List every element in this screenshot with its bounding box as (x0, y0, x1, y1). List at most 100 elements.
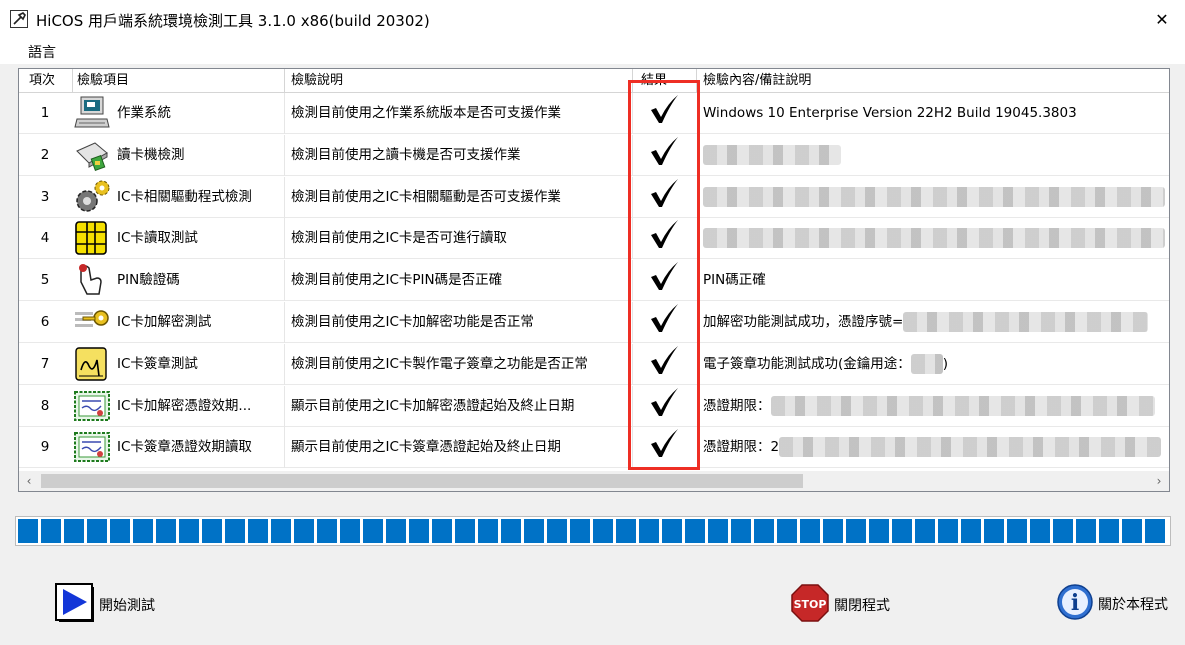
progress-segment (892, 519, 912, 543)
horizontal-scrollbar[interactable]: ‹ › (19, 471, 1169, 491)
progress-segment (363, 519, 383, 543)
progress-segment (202, 519, 222, 543)
progress-segment (1076, 519, 1096, 543)
table-row[interactable]: 3 IC卡相關驅動程式檢測 檢測目前使用之IC卡相關驅動是否可支援作業 (19, 176, 1169, 218)
column-header-result[interactable]: 結果 (633, 69, 697, 93)
close-program-label: 關閉程式 (834, 598, 890, 614)
redacted-value (779, 437, 1162, 458)
row-result (633, 177, 695, 218)
computer-icon (73, 95, 113, 132)
row-detail (703, 177, 1169, 218)
progress-segment (800, 519, 820, 543)
certificate-icon (73, 388, 113, 425)
row-detail-text: PIN碼正確 (703, 272, 766, 289)
row-number: 9 (40, 439, 50, 456)
chip-icon (73, 220, 113, 257)
row-number: 1 (40, 105, 50, 121)
progress-segment (846, 519, 866, 543)
progress-segment (1053, 519, 1073, 543)
info-icon: i (1056, 583, 1094, 625)
table-row[interactable]: 5 PIN驗證碼 檢測目前使用之IC卡PIN碼是否正確 PIN碼正確 (19, 260, 1169, 302)
chevron-left-icon: ‹ (26, 474, 32, 488)
progress-segment (156, 519, 176, 543)
progress-segment (455, 519, 475, 543)
signature-icon (73, 346, 113, 383)
row-result (633, 260, 695, 301)
progress-segment (1122, 519, 1142, 543)
row-number: 6 (40, 314, 50, 330)
column-header-detail[interactable]: 檢驗內容/備註說明 (697, 69, 1169, 93)
progress-segment (133, 519, 153, 543)
column-header-number[interactable]: 項次 (19, 69, 73, 93)
row-description: 檢測目前使用之IC卡PIN碼是否正確 (291, 260, 633, 302)
progress-segment (639, 519, 659, 543)
certificate-icon (73, 429, 113, 466)
checkmark-icon (648, 177, 680, 218)
row-detail-text: 加解密功能測試成功，憑證序號= (703, 314, 904, 330)
column-header-description[interactable]: 檢驗說明 (285, 69, 633, 93)
table-body: 1 作業系統 檢測目前使用之作業系統版本是否可支援作業 Windows 10 Ente… (19, 93, 1169, 473)
table-row[interactable]: 7 IC卡簽章測試 檢測目前使用之IC卡製作電子簽章之功能是否正常 電子簽章功能測試成… (19, 343, 1169, 385)
progress-segment (754, 519, 774, 543)
row-description: 檢測目前使用之作業系統版本是否可支援作業 (291, 93, 633, 134)
row-result (633, 218, 695, 259)
progress-segment (432, 519, 452, 543)
row-item-name: IC卡讀取測試 (117, 218, 285, 260)
scrollbar-thumb[interactable] (41, 474, 803, 488)
checkmark-icon (648, 302, 680, 343)
start-test-button[interactable]: 開始測試 (55, 583, 155, 627)
card-reader-icon (73, 137, 113, 174)
stop-icon: STOP (790, 583, 830, 627)
table-row[interactable]: 6 IC卡加解密測試 檢測目前使用之IC卡加解密功能是否正常 加解密功能測試成功，憑證… (19, 302, 1169, 343)
svg-text:i: i (1071, 590, 1079, 616)
hand-pin-icon (73, 262, 113, 299)
row-number: 8 (40, 397, 50, 414)
row-description: 檢測目前使用之讀卡機是否可支援作業 (291, 134, 633, 176)
redacted-value (703, 144, 841, 165)
progress-segment (294, 519, 314, 543)
checkmark-icon (648, 427, 680, 468)
row-result (633, 386, 695, 427)
close-program-button[interactable]: STOP 關閉程式 (790, 583, 890, 627)
redacted-value (703, 186, 1165, 207)
progress-segment (478, 519, 498, 543)
table-row[interactable]: 2 讀卡機檢測 檢測目前使用之讀卡機是否可支援作業 (19, 134, 1169, 176)
checkmark-icon (648, 93, 680, 134)
checkmark-icon (648, 135, 680, 176)
about-button[interactable]: i 關於本程式 (1056, 583, 1168, 625)
check-results-table[interactable]: 項次 檢驗項目 檢驗說明 結果 檢驗內容/備註說明 1 作業系統 檢測目前使用之作業… (18, 68, 1170, 492)
row-item-name: IC卡加解密測試 (117, 302, 285, 343)
progress-segment (248, 519, 268, 543)
checkmark-icon (648, 218, 680, 259)
progress-segment (616, 519, 636, 543)
table-row[interactable]: 4 IC卡讀取測試 檢測目前使用之IC卡是否可進行讀取 (19, 218, 1169, 260)
progress-segment (961, 519, 981, 543)
row-description: 檢測目前使用之IC卡是否可進行讀取 (291, 218, 633, 260)
table-row[interactable]: 9 IC卡簽章憑證效期讀取 顯示目前使用之IC卡簽章憑證起始及終止日期 憑證期限：2 (19, 427, 1169, 469)
checkmark-icon (648, 260, 680, 301)
table-header: 項次 檢驗項目 檢驗說明 結果 檢驗內容/備註說明 (19, 69, 1169, 93)
progress-segment (1007, 519, 1027, 543)
close-button[interactable]: ✕ (1139, 0, 1185, 38)
app-icon (10, 10, 28, 28)
key-icon (73, 304, 113, 341)
column-header-item[interactable]: 檢驗項目 (73, 69, 285, 93)
scroll-left-button[interactable]: ‹ (19, 471, 39, 491)
table-row[interactable]: 1 作業系統 檢測目前使用之作業系統版本是否可支援作業 Windows 10 Ente… (19, 93, 1169, 134)
checkmark-icon (648, 344, 680, 385)
row-detail-text: Windows 10 Enterprise Version 22H2 Build… (703, 105, 1077, 121)
progress-segment (662, 519, 682, 543)
menu-language[interactable]: 語言 (28, 42, 56, 62)
progress-segment (271, 519, 291, 543)
progress-segment (570, 519, 590, 543)
scroll-right-button[interactable]: › (1149, 471, 1169, 491)
progress-segment (593, 519, 613, 543)
row-number: 7 (40, 355, 50, 372)
progress-segment (984, 519, 1004, 543)
row-result (633, 344, 695, 385)
progress-segment (685, 519, 705, 543)
table-row[interactable]: 8 IC卡加解密憑證效期... 顯示目前使用之IC卡加解密憑證起始及終止日期 憑證期限… (19, 385, 1169, 427)
row-detail: 憑證期限： (703, 386, 1169, 427)
progress-segment (938, 519, 958, 543)
svg-text:STOP: STOP (794, 598, 827, 611)
